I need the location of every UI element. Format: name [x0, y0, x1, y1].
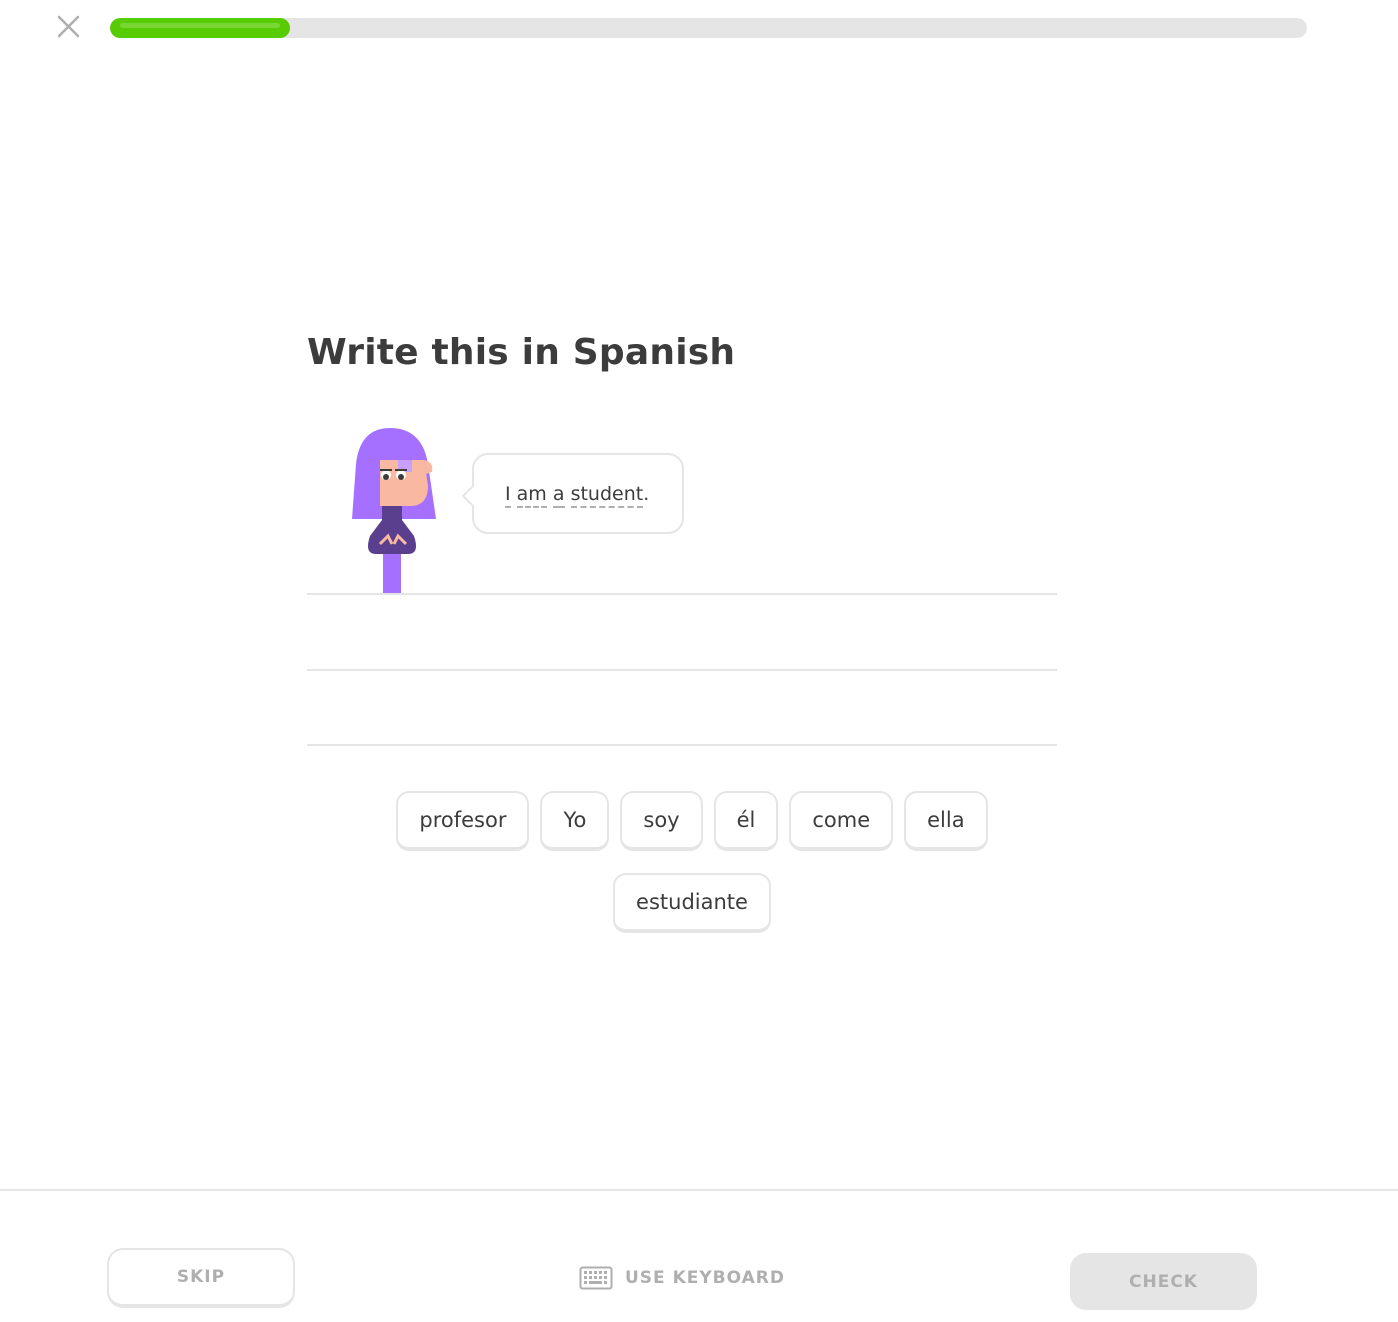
word-tile-ella[interactable]: ella: [904, 791, 988, 851]
word-tile-yo[interactable]: Yo: [540, 791, 610, 851]
character-illustration: [352, 428, 436, 594]
close-icon: [57, 15, 80, 38]
word-tile-come[interactable]: come: [789, 791, 894, 851]
challenge-heading: Write this in Spanish: [307, 332, 736, 373]
progress-fill: [110, 18, 290, 38]
prompt-word[interactable]: am: [516, 483, 547, 508]
use-keyboard-label: USE KEYBOARD: [625, 1268, 785, 1288]
close-button[interactable]: [54, 13, 82, 41]
lesson-progress-bar: [110, 18, 1307, 38]
prompt-word[interactable]: I: [505, 483, 511, 508]
prompt-word[interactable]: student: [570, 483, 644, 508]
progress-highlight: [120, 23, 280, 28]
check-button[interactable]: CHECK: [1070, 1253, 1257, 1310]
word-tile-soy[interactable]: soy: [620, 791, 703, 851]
word-tile-profesor[interactable]: profesor: [396, 791, 530, 851]
prompt-sentence: I am a student.: [505, 483, 650, 508]
skip-button[interactable]: SKIP: [107, 1248, 295, 1308]
answer-line-3: [307, 744, 1057, 746]
footer-divider: [0, 1189, 1398, 1191]
word-tile-el[interactable]: él: [713, 791, 779, 851]
keyboard-icon: [579, 1266, 613, 1290]
prompt-punctuation: .: [643, 483, 650, 505]
use-keyboard-button[interactable]: USE KEYBOARD: [579, 1263, 785, 1293]
prompt-word[interactable]: a: [552, 483, 565, 508]
word-bank: profesor Yo soy él come ella estudiante: [307, 791, 1057, 933]
answer-line-1: [307, 593, 1057, 595]
speech-bubble: I am a student.: [461, 453, 684, 534]
answer-line-2: [307, 669, 1057, 671]
speech-bubble-tail: [461, 484, 485, 508]
word-tile-estudiante[interactable]: estudiante: [613, 873, 771, 933]
